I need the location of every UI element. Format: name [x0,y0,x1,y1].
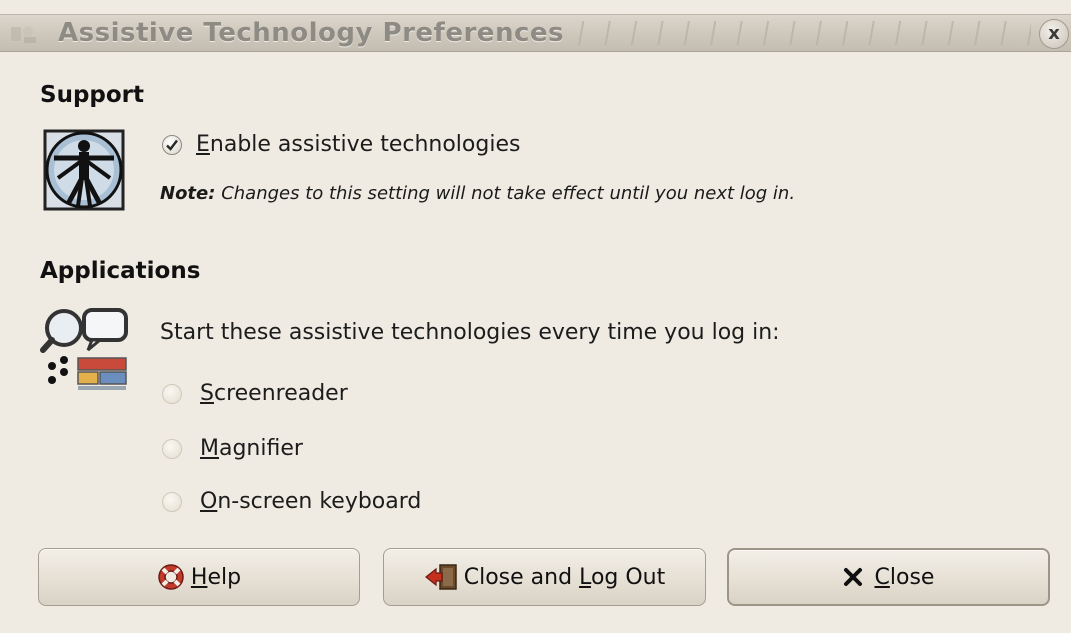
applications-heading: Applications [40,258,201,284]
note-text: Note: Changes to this setting will not t… [160,183,795,204]
close-x-icon [843,567,863,587]
title-bar[interactable]: Assistive Technology Preferences x [0,14,1071,52]
support-heading: Support [40,82,145,108]
onscreen-keyboard-radio-icon[interactable] [162,491,182,512]
applications-intro: Start these assistive technologies every… [160,320,780,345]
close-window-button[interactable]: x [1039,19,1069,49]
help-label: Help [190,564,242,590]
enable-assistive-checkbox[interactable]: Enable assistive technologies [162,132,520,157]
close-and-logout-button[interactable]: Close and Log Out [383,548,706,606]
magnifier-option[interactable]: Magnifier [162,436,303,461]
note-label: Note: [160,183,216,204]
onscreen-keyboard-label: On-screen keyboard [200,489,422,514]
screenreader-option[interactable]: Screenreader [162,381,348,406]
window-title: Assistive Technology Preferences [58,18,564,48]
lifebuoy-icon [157,563,185,591]
app-icon [11,26,36,43]
onscreen-keyboard-option[interactable]: On-screen keyboard [162,489,421,514]
logout-door-icon [424,563,458,591]
magnifier-radio-icon[interactable] [162,438,182,459]
screenreader-label: Screenreader [200,381,348,406]
close-button[interactable]: Close [727,548,1050,606]
close-label: Close [874,564,935,590]
preferences-dialog: Assistive Technology Preferences x Suppo… [0,0,1071,633]
enable-assistive-label: Enable assistive technologies [196,132,521,157]
title-bar-stripes [560,21,1031,45]
note-message: Changes to this setting will not take ef… [221,183,796,204]
close-and-logout-label: Close and Log Out [463,564,666,590]
screenreader-radio-icon[interactable] [162,383,182,404]
checkbox-checked-icon[interactable] [162,134,182,155]
vitruvian-man-icon [42,128,126,212]
assistive-apps-icon [40,306,132,392]
magnifier-label: Magnifier [200,436,303,461]
help-button[interactable]: Help [38,548,360,606]
